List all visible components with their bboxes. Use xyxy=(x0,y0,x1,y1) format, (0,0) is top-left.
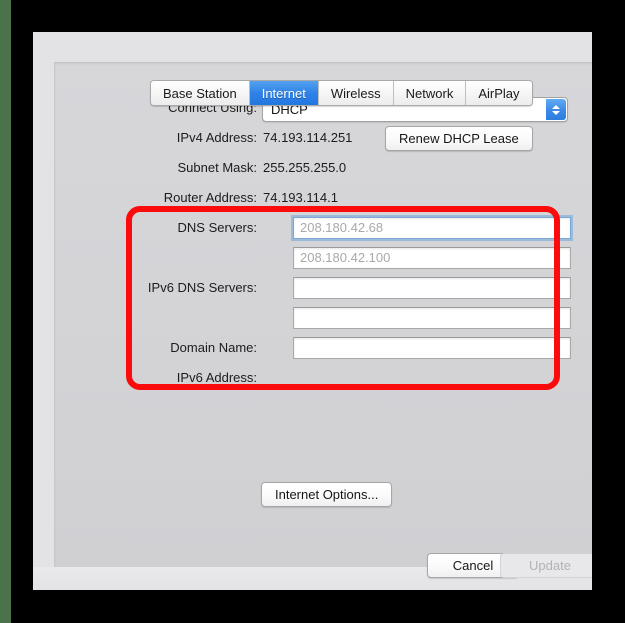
dns-servers-label: DNS Servers: xyxy=(177,220,257,235)
dns-servers-secondary-row: 208.180.42.100 xyxy=(33,247,592,269)
domain-name-label: Domain Name: xyxy=(170,340,257,355)
cancel-label: Cancel xyxy=(452,558,494,573)
tab-network-label: Network xyxy=(405,85,454,101)
ipv6-address-row: IPv6 Address: xyxy=(33,367,592,389)
chevron-down-icon xyxy=(552,110,560,115)
ipv6-address-label: IPv6 Address: xyxy=(176,370,257,385)
ipv4-address-row: IPv4 Address: 74.193.114.251 Renew DHCP … xyxy=(33,126,592,151)
tab-base-station-label: Base Station xyxy=(163,85,237,101)
settings-tab-bar[interactable]: Base Station Internet Wireless Network A… xyxy=(150,80,533,106)
tab-airplay-label: AirPlay xyxy=(478,85,520,101)
ipv6-dns-servers-primary-input[interactable] xyxy=(293,277,571,299)
subnet-mask-label: Subnet Mask: xyxy=(177,160,258,175)
update-label: Update xyxy=(529,558,571,573)
ipv4-address-value: 74.193.114.251 xyxy=(263,130,353,145)
chevron-up-icon xyxy=(552,104,560,109)
dns-servers-primary-input[interactable]: 208.180.42.68 xyxy=(293,217,571,239)
domain-name-input[interactable] xyxy=(293,337,571,359)
router-address-row: Router Address: 74.193.114.1 xyxy=(33,187,592,209)
dns-servers-primary-value: 208.180.42.68 xyxy=(300,220,384,235)
airport-utility-window: Base Station Internet Wireless Network A… xyxy=(33,32,592,590)
domain-name-row: Domain Name: xyxy=(33,337,592,359)
tab-internet-label: Internet xyxy=(261,85,306,101)
dns-servers-row: DNS Servers: 208.180.42.68 xyxy=(33,217,592,239)
ipv6-dns-servers-secondary-row xyxy=(33,307,592,329)
renew-dhcp-lease-button[interactable]: Renew DHCP Lease xyxy=(385,126,533,151)
renew-dhcp-lease-label: Renew DHCP Lease xyxy=(399,131,519,146)
dns-servers-secondary-input[interactable]: 208.180.42.100 xyxy=(293,247,571,269)
subnet-mask-row: Subnet Mask: 255.255.255.0 xyxy=(33,157,592,179)
subnet-mask-value: 255.255.255.0 xyxy=(263,160,347,175)
internet-options-button[interactable]: Internet Options... xyxy=(261,482,393,507)
ipv6-dns-servers-secondary-input[interactable] xyxy=(293,307,571,329)
tab-wireless-label: Wireless xyxy=(330,85,381,101)
desktop-backdrop-green-strip xyxy=(0,0,11,623)
router-address-value: 74.193.114.1 xyxy=(263,190,338,205)
chevron-updown-icon[interactable] xyxy=(546,99,566,120)
ipv6-dns-servers-row: IPv6 DNS Servers: xyxy=(33,277,592,299)
tab-wireless[interactable]: Wireless xyxy=(318,81,394,105)
dns-servers-secondary-value: 208.180.42.100 xyxy=(300,250,391,265)
tab-airplay[interactable]: AirPlay xyxy=(466,81,532,105)
tab-base-station[interactable]: Base Station xyxy=(151,81,250,105)
update-button: Update xyxy=(500,553,592,578)
ipv4-address-label: IPv4 Address: xyxy=(176,130,257,145)
ipv6-dns-servers-label: IPv6 DNS Servers: xyxy=(147,280,257,295)
router-address-label: Router Address: xyxy=(163,190,257,205)
tab-network[interactable]: Network xyxy=(393,81,467,105)
tab-internet[interactable]: Internet xyxy=(249,81,319,105)
internet-options-label: Internet Options... xyxy=(275,487,379,502)
